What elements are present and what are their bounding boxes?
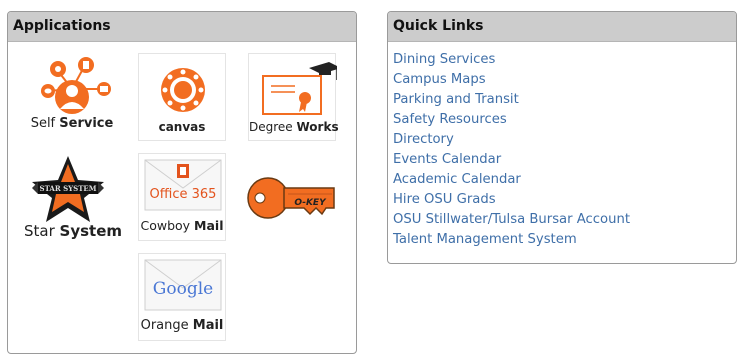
canvas-icon bbox=[161, 68, 205, 112]
quick-link-item: Hire OSU Grads bbox=[393, 188, 736, 208]
self-service-icon bbox=[41, 57, 111, 114]
quick-link-item: Campus Maps bbox=[393, 68, 736, 88]
link-parking-transit[interactable]: Parking and Transit bbox=[393, 92, 519, 107]
quick-links-panel: Quick Links Dining Services Campus Maps … bbox=[387, 11, 737, 264]
star-system-label: Star System bbox=[24, 222, 123, 240]
quick-link-item: Directory bbox=[393, 128, 736, 148]
quick-link-item: Parking and Transit bbox=[393, 88, 736, 108]
orange-mail-label: Orange Mail bbox=[140, 318, 224, 333]
svg-text:STAR SYSTEM: STAR SYSTEM bbox=[40, 184, 97, 193]
diploma-icon bbox=[262, 62, 337, 115]
self-service-tile[interactable]: Self Service bbox=[28, 53, 116, 141]
link-academic-calendar[interactable]: Academic Calendar bbox=[393, 172, 521, 187]
svg-text:Office 365: Office 365 bbox=[150, 187, 217, 202]
link-events-calendar[interactable]: Events Calendar bbox=[393, 152, 501, 167]
cowboy-mail-tile[interactable]: Office 365 Cowboy Mail bbox=[138, 153, 226, 241]
orange-mail-tile[interactable]: Google Orange Mail bbox=[138, 253, 226, 341]
link-safety-resources[interactable]: Safety Resources bbox=[393, 112, 507, 127]
svg-text:O-KEY: O-KEY bbox=[294, 198, 327, 208]
self-service-label: Self Service bbox=[30, 116, 114, 131]
quick-links-list: Dining Services Campus Maps Parking and … bbox=[388, 42, 736, 248]
quick-link-item: Events Calendar bbox=[393, 148, 736, 168]
star-system-tile[interactable]: STAR SYSTEM Star System bbox=[24, 152, 123, 240]
quick-links-title: Quick Links bbox=[388, 12, 736, 42]
key-icon: O-KEY bbox=[247, 177, 335, 219]
quick-link-item: Talent Management System bbox=[393, 228, 736, 248]
star-badge-icon: STAR SYSTEM bbox=[32, 156, 104, 222]
okey-tile[interactable]: O-KEY bbox=[246, 164, 335, 252]
canvas-tile[interactable]: canvas bbox=[138, 53, 226, 141]
degree-works-label: Degree Works bbox=[249, 120, 339, 134]
office365-envelope-icon: Office 365 bbox=[144, 159, 222, 211]
link-hire-osu-grads[interactable]: Hire OSU Grads bbox=[393, 192, 496, 207]
link-talent-management[interactable]: Talent Management System bbox=[393, 232, 577, 247]
link-directory[interactable]: Directory bbox=[393, 132, 454, 147]
link-campus-maps[interactable]: Campus Maps bbox=[393, 72, 486, 87]
degree-works-tile[interactable]: Degree Works bbox=[248, 53, 339, 141]
applications-panel: Applications Self Service canvas Degree … bbox=[7, 11, 357, 354]
link-bursar-account[interactable]: OSU Stillwater/Tulsa Bursar Account bbox=[393, 212, 630, 227]
quick-link-item: Dining Services bbox=[393, 48, 736, 68]
cowboy-mail-label: Cowboy Mail bbox=[140, 218, 224, 233]
link-dining-services[interactable]: Dining Services bbox=[393, 52, 495, 67]
google-envelope-icon: Google bbox=[144, 259, 222, 311]
svg-text:Google: Google bbox=[153, 279, 213, 299]
quick-link-item: Safety Resources bbox=[393, 108, 736, 128]
applications-title: Applications bbox=[8, 12, 356, 42]
quick-link-item: OSU Stillwater/Tulsa Bursar Account bbox=[393, 208, 736, 228]
canvas-label: canvas bbox=[158, 120, 206, 134]
quick-link-item: Academic Calendar bbox=[393, 168, 736, 188]
